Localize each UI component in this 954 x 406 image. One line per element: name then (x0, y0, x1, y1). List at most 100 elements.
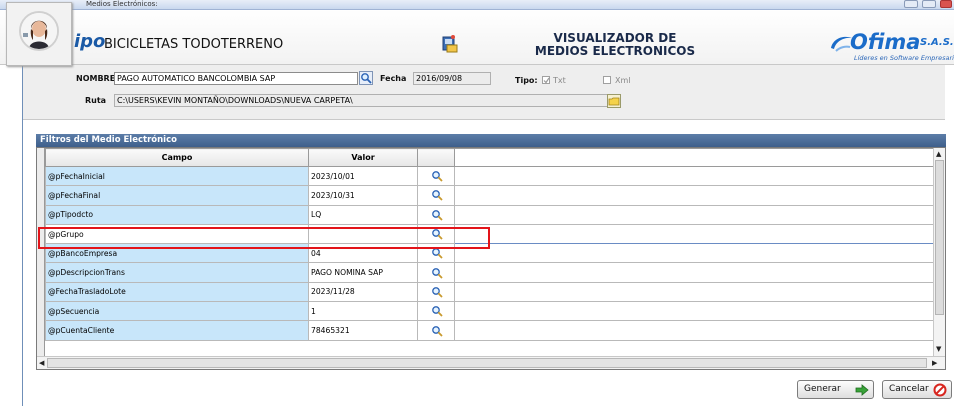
lookup-button[interactable] (417, 262, 455, 283)
close-button[interactable] (940, 0, 952, 8)
empty-cell (454, 301, 935, 322)
ofima-logo: Ofima S.A.S. Líderes en Software Empresa… (828, 30, 954, 64)
scroll-left-icon[interactable]: ◀ (39, 358, 44, 368)
electronic-media-icon (442, 35, 458, 53)
valor-cell[interactable]: 2023/10/01 (308, 165, 418, 187)
generar-button-label: Generar (804, 384, 841, 394)
app-title: VISUALIZADOR DE MEDIOS ELECTRONICOS (520, 32, 710, 58)
column-header-blank (454, 148, 935, 167)
window-titlebar: Medios Electrónicos: (0, 0, 954, 10)
cancelar-button-label: Cancelar (889, 384, 929, 394)
search-icon (432, 248, 443, 259)
filters-grid: Campo Valor @pFechaInicial 2023/10/01 @pFe… (36, 147, 946, 370)
campo-cell[interactable]: @pCuentaCliente (45, 320, 309, 341)
grid-row-header (37, 148, 45, 356)
folder-icon (608, 97, 620, 106)
campo-cell[interactable]: @pFechaInicial (45, 165, 309, 187)
valor-cell[interactable]: 2023/11/28 (308, 281, 418, 303)
empty-cell (454, 223, 935, 245)
lookup-button[interactable] (417, 320, 455, 341)
empty-cell (454, 281, 935, 303)
empty-cell (454, 320, 935, 341)
table-row[interactable]: @pSecuencia 1 (45, 301, 935, 322)
campo-cell[interactable]: @pTipodcto (45, 204, 309, 225)
table-header-row: Campo Valor (45, 148, 935, 167)
table-row[interactable]: @pTipodcto LQ (45, 204, 935, 225)
checkmark-icon (543, 77, 550, 84)
nombre-label: NOMBRE (76, 74, 116, 83)
table-row[interactable]: @pFechaInicial 2023/10/01 (45, 165, 935, 187)
tipo-xml-checkbox[interactable] (603, 76, 611, 84)
empty-cell (454, 185, 935, 206)
arrow-right-icon (855, 384, 869, 396)
ofima-brand: Ofima (850, 30, 921, 54)
cancel-icon (933, 383, 947, 397)
search-icon (432, 306, 443, 317)
search-icon (432, 209, 443, 221)
window-title: Medios Electrónicos: (86, 0, 158, 8)
table-row[interactable]: @FechaTrasladoLote 2023/11/28 (45, 281, 935, 303)
table-row[interactable]: @pCuentaCliente 78465321 (45, 320, 935, 341)
column-header-campo[interactable]: Campo (45, 148, 309, 167)
browse-folder-button[interactable] (607, 94, 621, 108)
campo-cell[interactable]: @pFechaFinal (45, 185, 309, 206)
filters-section-title: Filtros del Medio Electrónico (36, 134, 946, 147)
grid-horizontal-thumb[interactable] (47, 358, 927, 368)
empty-cell (454, 262, 935, 283)
scroll-right-icon[interactable]: ▶ (932, 358, 937, 368)
annotation-highlight-box (38, 227, 490, 249)
ruta-field: C:\USERS\KEVIN MONTAÑO\DOWNLOADS\NUEVA C… (114, 94, 621, 107)
table-row[interactable]: @pFechaFinal 2023/10/31 (45, 185, 935, 206)
minimize-button[interactable] (904, 0, 918, 8)
valor-cell[interactable]: 2023/10/31 (308, 185, 418, 206)
tipo-xml-label: Xml (615, 76, 631, 85)
column-header-valor[interactable]: Valor (308, 148, 418, 167)
grid-horizontal-scrollbar[interactable]: ◀ ▶ (37, 356, 945, 369)
valor-cell[interactable]: LQ (308, 204, 418, 225)
valor-cell[interactable]: 78465321 (308, 320, 418, 341)
column-header-lookup (417, 148, 455, 167)
campo-cell[interactable]: @FechaTrasladoLote (45, 281, 309, 303)
campo-cell[interactable]: @pDescripcionTrans (45, 262, 309, 283)
valor-cell[interactable]: PAGO NOMINA SAP (308, 262, 418, 283)
empty-cell (454, 204, 935, 225)
search-icon (361, 73, 372, 84)
ofima-tagline: Líderes en Software Empresarial (854, 54, 954, 62)
fecha-field: 2016/09/08 (413, 72, 491, 85)
cancelar-button[interactable]: Cancelar (882, 380, 952, 399)
maximize-button[interactable] (922, 0, 936, 8)
search-icon (432, 190, 443, 202)
search-icon (432, 325, 443, 337)
tipo-txt-checkbox[interactable] (542, 76, 550, 84)
campo-cell[interactable]: @pSecuencia (45, 301, 309, 322)
fecha-label: Fecha (380, 74, 407, 83)
lookup-button[interactable] (417, 165, 455, 187)
nombre-field[interactable]: PAGO AUTOMATICO BANCOLOMBIA SAP (114, 72, 358, 85)
avatar (19, 11, 59, 51)
lookup-button[interactable] (417, 204, 455, 225)
valor-cell[interactable]: 1 (308, 301, 418, 322)
scroll-up-icon[interactable]: ▲ (936, 149, 941, 159)
ruta-label: Ruta (85, 96, 107, 105)
company-name: BICICLETAS TODOTERRENO (104, 37, 284, 52)
scroll-down-icon[interactable]: ▼ (936, 344, 941, 354)
empty-cell (454, 165, 935, 187)
generar-button[interactable]: Generar (797, 380, 874, 399)
search-icon (432, 267, 443, 279)
empty-cell (454, 243, 935, 264)
tipo-label: Tipo: (515, 76, 538, 85)
company-logo: ipo (74, 31, 106, 52)
table-row[interactable]: @pDescripcionTrans PAGO NOMINA SAP (45, 262, 935, 283)
user-avatar-icon (21, 13, 57, 49)
grid-vertical-thumb[interactable] (935, 160, 944, 315)
lookup-button[interactable] (417, 185, 455, 206)
lookup-button[interactable] (417, 301, 455, 322)
search-icon (432, 287, 443, 298)
lookup-button[interactable] (417, 281, 455, 303)
app-header: ipo BICICLETAS TODOTERRENO VISUALIZADOR … (0, 10, 954, 65)
grid-vertical-scrollbar[interactable]: ▲ ▼ (933, 148, 945, 356)
nombre-search-button[interactable] (359, 71, 373, 85)
tipo-txt-label: Txt (553, 76, 566, 85)
ofima-suffix: S.A.S. (920, 37, 954, 48)
user-avatar-frame[interactable] (6, 2, 72, 66)
